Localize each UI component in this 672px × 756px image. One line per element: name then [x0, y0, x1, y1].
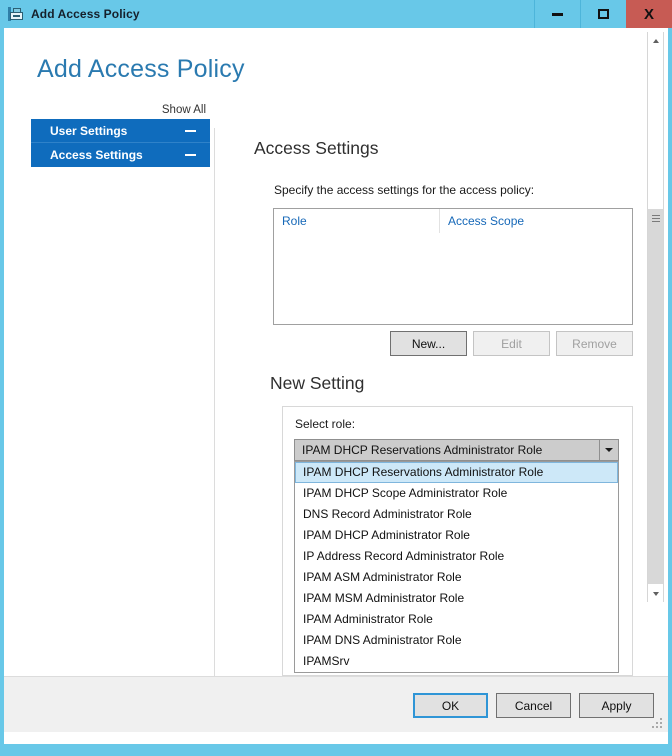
- dialog-footer: OK Cancel Apply: [4, 676, 668, 732]
- minimize-icon: [552, 12, 563, 16]
- close-button[interactable]: X: [626, 0, 672, 28]
- section-title: Access Settings: [254, 138, 379, 158]
- role-combobox-toggle[interactable]: [599, 440, 618, 460]
- show-all-link[interactable]: Show All: [31, 102, 210, 119]
- ok-button[interactable]: OK: [413, 693, 488, 718]
- select-role-label: Select role:: [295, 417, 356, 431]
- dialog-client-area: Add Access Policy Show All User Settings…: [4, 28, 668, 744]
- column-header-role[interactable]: Role: [274, 209, 440, 233]
- new-button[interactable]: New...: [390, 331, 467, 356]
- page-title: Add Access Policy: [37, 55, 245, 83]
- ipam-policy-icon: [8, 6, 24, 22]
- column-header-access-scope[interactable]: Access Scope: [440, 209, 632, 233]
- dropdown-option[interactable]: IPAMSrv: [295, 651, 618, 672]
- window-title: Add Access Policy: [31, 7, 140, 21]
- main-content: Access Settings Specify the access setti…: [242, 128, 642, 713]
- scrollbar-thumb[interactable]: [648, 209, 663, 584]
- sidebar: Show All User Settings Access Settings: [31, 102, 210, 167]
- minimize-button[interactable]: [534, 0, 580, 28]
- sidebar-divider: [214, 128, 215, 698]
- new-setting-group: Select role: IPAM DHCP Reservations Admi…: [282, 406, 633, 676]
- dropdown-option[interactable]: IPAM DHCP Scope Administrator Role: [295, 483, 618, 504]
- role-dropdown-list[interactable]: IPAM DHCP Reservations Administrator Rol…: [294, 461, 619, 673]
- dropdown-option[interactable]: IP Address Record Administrator Role: [295, 546, 618, 567]
- new-setting-title: New Setting: [270, 373, 365, 393]
- access-settings-table[interactable]: Role Access Scope: [273, 208, 633, 325]
- edit-button: Edit: [473, 331, 550, 356]
- collapse-minus-icon[interactable]: [185, 129, 196, 132]
- chevron-up-icon: [652, 38, 659, 43]
- dropdown-option[interactable]: IPAM ASM Administrator Role: [295, 567, 618, 588]
- role-combobox-value: IPAM DHCP Reservations Administrator Rol…: [302, 443, 543, 457]
- cancel-button[interactable]: Cancel: [496, 693, 571, 718]
- sidebar-item-label: Access Settings: [50, 148, 143, 162]
- instruction-text: Specify the access settings for the acce…: [274, 183, 535, 197]
- dropdown-option[interactable]: IPAM DNS Administrator Role: [295, 630, 618, 651]
- scrollbar-grip-icon: [652, 215, 660, 222]
- chevron-down-icon: [652, 591, 659, 596]
- sidebar-item-label: User Settings: [50, 123, 128, 138]
- scroll-up-button[interactable]: [648, 32, 663, 49]
- dropdown-option[interactable]: IPAM DHCP Reservations Administrator Rol…: [295, 462, 618, 483]
- dropdown-option[interactable]: DNS Record Administrator Role: [295, 504, 618, 525]
- chevron-down-icon: [605, 448, 613, 452]
- role-combobox[interactable]: IPAM DHCP Reservations Administrator Rol…: [294, 439, 619, 461]
- scroll-down-button[interactable]: [648, 585, 663, 602]
- remove-button: Remove: [556, 331, 633, 356]
- maximize-icon: [598, 9, 609, 19]
- vertical-scrollbar[interactable]: [647, 32, 664, 602]
- footer-buttons: OK Cancel Apply: [413, 693, 654, 718]
- table-action-buttons: New... Edit Remove: [273, 331, 633, 356]
- table-header-row: Role Access Scope: [274, 209, 632, 233]
- footer-white-strip: [4, 732, 668, 744]
- dialog-window: Add Access Policy X Add Access Policy Sh…: [0, 0, 672, 756]
- dropdown-option[interactable]: IPAM DHCP Administrator Role: [295, 525, 618, 546]
- maximize-button[interactable]: [580, 0, 626, 28]
- window-controls: X: [534, 0, 672, 28]
- title-bar: Add Access Policy X: [0, 0, 672, 28]
- collapse-minus-icon[interactable]: [185, 154, 196, 156]
- apply-button[interactable]: Apply: [579, 693, 654, 718]
- table-body-empty[interactable]: [274, 233, 632, 324]
- dropdown-option[interactable]: IPAM Administrator Role: [295, 609, 618, 630]
- sidebar-item-access-settings[interactable]: Access Settings: [31, 143, 210, 167]
- resize-grip-icon[interactable]: [652, 718, 663, 729]
- close-icon: X: [643, 5, 654, 23]
- dropdown-option[interactable]: IPAM MSM Administrator Role: [295, 588, 618, 609]
- sidebar-item-user-settings[interactable]: User Settings: [31, 119, 210, 143]
